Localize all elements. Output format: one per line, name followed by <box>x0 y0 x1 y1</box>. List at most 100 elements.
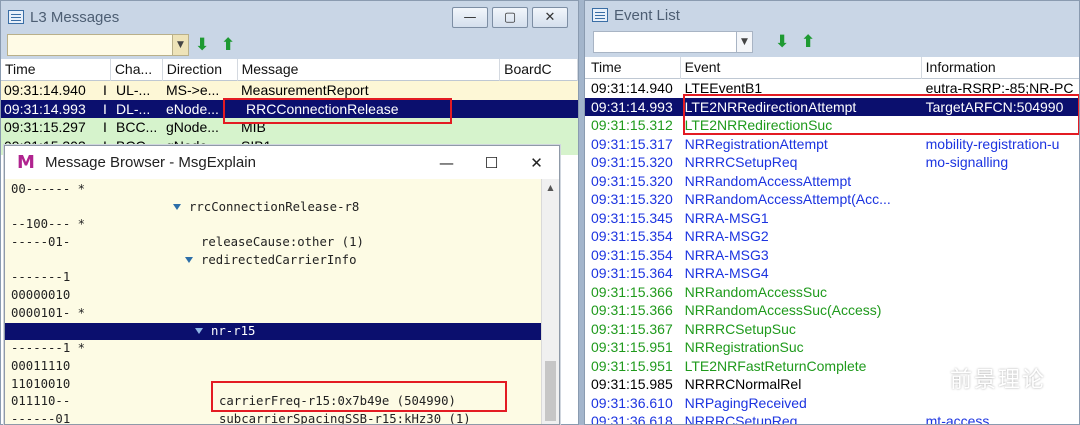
event-row[interactable]: 09:31:15.367 NRRRCSetupSuc <box>585 320 1079 339</box>
event-name: NRRRCSetupSuc <box>684 320 796 337</box>
event-time: 09:31:15.366 <box>591 283 673 300</box>
event-list-titlebar: Event List <box>585 1 1079 29</box>
watermark: 前景理论 <box>907 362 1046 394</box>
col-event[interactable]: Event <box>681 57 922 79</box>
l3-messages-title: L3 Messages <box>30 8 120 26</box>
event-row[interactable]: 09:31:15.354 NRRA-MSG2 <box>585 227 1079 246</box>
event-info: mobility-registration-u <box>925 135 1060 152</box>
event-row[interactable]: 09:31:15.317 NRRegistrationAttempt mobilit… <box>585 135 1079 154</box>
row-time: 09:31:15.297 <box>4 119 86 135</box>
event-row[interactable]: 09:31:15.354 NRRA-MSG3 <box>585 246 1079 265</box>
arrow-down-icon[interactable]: ⬇ <box>195 36 209 54</box>
col-board[interactable]: BoardC <box>500 59 578 81</box>
expand-triangle-icon[interactable] <box>185 257 193 264</box>
event-time: 09:31:15.985 <box>591 376 673 392</box>
event-list-title: Event List <box>614 6 680 24</box>
maximize-button[interactable]: ☐ <box>469 146 514 179</box>
col-time[interactable]: Time <box>585 57 681 79</box>
scroll-thumb[interactable] <box>545 361 556 421</box>
decode-line[interactable]: -----01- releaseCause:other (1) <box>5 234 541 252</box>
event-time: 09:31:15.317 <box>591 135 673 152</box>
minimize-button[interactable]: — <box>424 146 469 179</box>
expand-triangle-icon[interactable] <box>173 204 181 211</box>
decode-bits: 011110-- <box>11 394 71 409</box>
event-time: 09:31:15.320 <box>591 154 673 170</box>
decode-line[interactable]: nr-r15 <box>5 322 541 341</box>
col-direction[interactable]: Direction <box>163 59 238 81</box>
col-time[interactable]: Time <box>1 59 111 81</box>
message-browser-window: Message Browser - MsgExplain — ☐ ✕ 00---… <box>4 145 560 425</box>
message-browser-title: Message Browser - MsgExplain <box>45 154 256 171</box>
event-row[interactable]: 09:31:15.364 NRRA-MSG4 <box>585 264 1079 283</box>
scroll-up-icon[interactable]: ▲ <box>542 179 559 195</box>
decode-field: nr-r15 <box>195 323 255 341</box>
decode-line[interactable]: -------1 <box>5 269 541 287</box>
event-time: 09:31:15.345 <box>591 209 673 226</box>
decode-line[interactable]: 00000010 <box>5 287 541 305</box>
arrow-down-icon[interactable]: ⬇ <box>775 33 789 51</box>
arrow-up-icon[interactable]: ⬆ <box>221 36 235 54</box>
decode-bits: 11010010 <box>11 376 71 391</box>
event-row[interactable]: 09:31:15.951 NRRegistrationSuc <box>585 338 1079 357</box>
event-name: NRRRCSetupReq <box>684 413 798 425</box>
event-name: NRRA-MSG3 <box>684 246 769 263</box>
event-time: 09:31:15.951 <box>591 339 673 355</box>
decode-line[interactable]: 0000101- * <box>5 305 541 323</box>
event-row[interactable]: 09:31:36.610 NRPagingReceived <box>585 394 1079 413</box>
decode-field-text: redirectedCarrierInfo <box>201 252 357 267</box>
event-info: mt-access <box>925 413 990 425</box>
event-time: 09:31:15.312 <box>591 117 673 133</box>
event-row[interactable]: 09:31:36.618 NRRRCSetupReq mt-access <box>585 412 1079 425</box>
close-button[interactable]: ✕ <box>514 146 559 179</box>
event-row[interactable]: 09:31:15.366 NRRandomAccessSuc(Access) <box>585 301 1079 320</box>
event-time: 09:31:15.320 <box>591 172 673 189</box>
row-message: MeasurementReport <box>241 82 369 98</box>
decode-bits: ------01 <box>11 411 71 425</box>
event-name: NRPagingReceived <box>684 394 807 411</box>
decode-line[interactable]: ------01 subcarrierSpacingSSB-r15:kHz30 (… <box>5 411 541 425</box>
decode-line[interactable]: rrcConnectionRelease-r8 <box>5 199 541 217</box>
maximize-button[interactable]: ▢ <box>492 7 528 28</box>
col-information[interactable]: Information <box>922 57 1079 79</box>
event-info <box>922 264 1079 283</box>
event-info <box>922 227 1079 246</box>
decode-line[interactable]: redirectedCarrierInfo <box>5 252 541 270</box>
row-time: 09:31:14.940 <box>4 82 86 98</box>
event-filter-combo[interactable]: ▼ <box>593 31 753 53</box>
decode-line[interactable]: --100--- * <box>5 216 541 234</box>
event-time: 09:31:14.993 <box>591 98 673 115</box>
event-time: 09:31:14.940 <box>591 80 673 96</box>
decode-line[interactable]: 00011110 <box>5 358 541 376</box>
list-window-icon <box>592 8 608 22</box>
table-row[interactable]: 09:31:14.940 I UL-... MS->e... Measureme… <box>1 81 578 100</box>
event-time: 09:31:15.951 <box>591 357 673 374</box>
l3-table-header: Time Cha... Direction Message BoardC <box>1 59 578 81</box>
minimize-button[interactable]: — <box>452 7 488 28</box>
event-row[interactable]: 09:31:15.320 NRRandomAccessAttempt(Acc... <box>585 190 1079 209</box>
arrow-up-icon[interactable]: ⬆ <box>801 33 815 51</box>
chevron-down-icon[interactable]: ▼ <box>172 35 188 55</box>
decode-line[interactable]: 00------ * <box>5 181 541 199</box>
decode-line[interactable]: -------1 * <box>5 340 541 358</box>
decode-bits: -------1 <box>11 270 71 285</box>
event-info <box>922 394 1079 413</box>
event-row[interactable]: 09:31:15.345 NRRA-MSG1 <box>585 209 1079 228</box>
decode-bits: 00011110 <box>11 358 71 373</box>
event-time: 09:31:15.364 <box>591 265 673 281</box>
l3-filter-combo[interactable]: ▼ <box>7 34 189 56</box>
vertical-scrollbar[interactable]: ▲ <box>541 179 559 424</box>
event-time: 09:31:15.320 <box>591 191 673 207</box>
row-flag: I <box>103 82 107 98</box>
row-channel: DL-... <box>116 100 151 117</box>
row-flag: I <box>103 119 107 135</box>
event-row[interactable]: 09:31:15.366 NRRandomAccessSuc <box>585 283 1079 302</box>
chevron-down-icon[interactable]: ▼ <box>736 32 752 52</box>
col-message[interactable]: Message <box>238 59 501 81</box>
col-channel[interactable]: Cha... <box>111 59 163 81</box>
close-button[interactable]: ✕ <box>532 7 568 28</box>
event-name: NRRRCSetupReq <box>684 154 798 170</box>
event-info <box>922 320 1079 339</box>
event-row[interactable]: 09:31:15.320 NRRRCSetupReq mo-signalling <box>585 153 1079 172</box>
expand-triangle-icon[interactable] <box>195 328 203 334</box>
event-row[interactable]: 09:31:15.320 NRRandomAccessAttempt <box>585 172 1079 191</box>
